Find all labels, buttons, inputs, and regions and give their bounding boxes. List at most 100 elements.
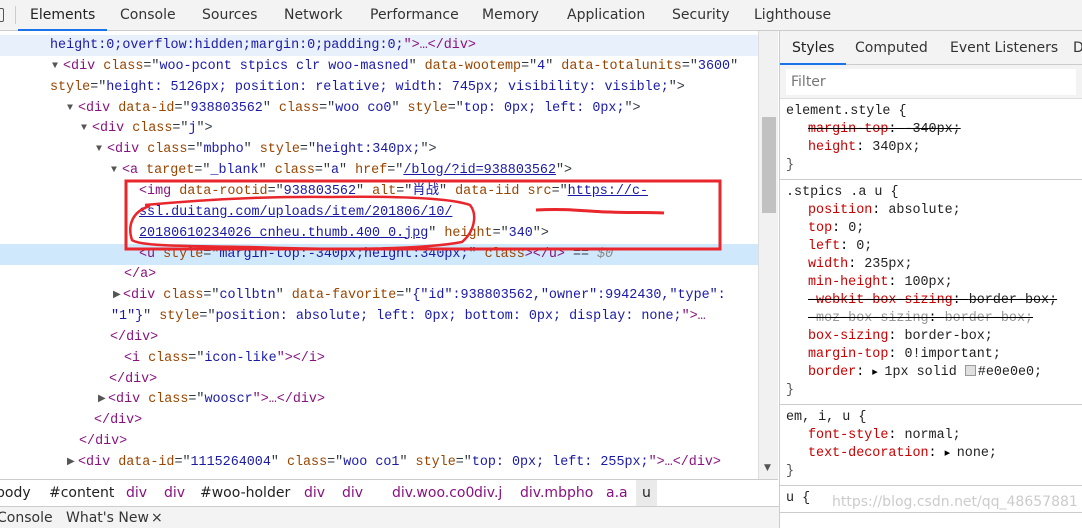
breadcrumb-item[interactable]: div [304, 480, 325, 506]
expand-triangle-icon[interactable]: ▸ [872, 367, 884, 379]
dom-node-line[interactable]: ssl.duitang.com/uploads/item/201806/10/ [0, 202, 758, 223]
style-declaration[interactable]: position: absolute; [786, 202, 1082, 220]
dom-node-line[interactable]: ▼ <div class="woo-pcont stpics clr woo-ma… [0, 56, 758, 77]
breadcrumb-item[interactable]: div.mbpho [520, 480, 593, 506]
style-declaration[interactable]: -moz-box-sizing: border-box; [786, 310, 1082, 328]
dom-node-line[interactable]: ▼ <a target="_blank" class="a" href="/blo… [0, 160, 758, 181]
close-icon[interactable]: × [151, 507, 163, 529]
rule-selector[interactable]: element.style { [786, 103, 1082, 121]
dom-node-line[interactable]: <img data-rootid="938803562" alt="肖战" da… [0, 181, 758, 202]
property-value[interactable]: 0; [856, 239, 872, 254]
dom-node-line[interactable]: </div> [0, 369, 758, 390]
dom-node-line[interactable]: ▼ <div class="mbpho" style="height:340px;… [0, 139, 758, 160]
property-name[interactable]: margin-top [808, 347, 888, 362]
tab-memory[interactable]: Memory [470, 0, 551, 31]
style-declaration[interactable]: box-sizing: border-box; [786, 328, 1082, 346]
property-name[interactable]: top [808, 221, 832, 236]
tab-event-listeners[interactable]: Event Listeners [950, 31, 1058, 65]
breadcrumb-item[interactable]: #content [49, 480, 114, 506]
dom-node-line[interactable]: ▶ <div class="wooscr">…</div> [0, 389, 758, 410]
property-value[interactable]: normal; [904, 428, 960, 443]
tab-network[interactable]: Network [272, 0, 354, 31]
dom-node-line[interactable]: <u style="margin-top:-340px;height:340px… [0, 243, 758, 265]
dom-node-line[interactable]: "1"}" style="position: absolute; left: 0… [0, 306, 758, 327]
property-value[interactable]: -340px; [904, 122, 960, 137]
tab-lighthouse[interactable]: Lighthouse [742, 0, 843, 31]
expand-triangle-icon[interactable]: ▶ [98, 389, 106, 410]
style-declaration[interactable]: margin-top: -340px; [786, 121, 1082, 139]
collapse-triangle-icon[interactable]: ▼ [81, 118, 87, 139]
dom-node-line[interactable]: style="height: 5126px; position: relativ… [0, 77, 758, 98]
dom-node-line[interactable]: 20180610234026_cnheu.thumb.400_0.jpg" he… [0, 223, 758, 244]
dom-node-line[interactable]: height:0;overflow:hidden;margin:0;paddin… [0, 35, 758, 56]
link[interactable]: /blog/?id=938803562 [403, 163, 556, 178]
tab-styles[interactable]: Styles [780, 31, 847, 65]
inspect-element-icon[interactable] [0, 8, 4, 22]
collapse-triangle-icon[interactable]: ▼ [67, 98, 73, 119]
rule-selector[interactable]: .stpics .a u { [786, 184, 1082, 202]
property-value[interactable]: 0; [848, 221, 864, 236]
property-name[interactable]: text-decoration [808, 446, 929, 461]
breadcrumb-item[interactable]: u [636, 480, 657, 506]
dom-tree-scrollbar[interactable]: ▼ [758, 31, 778, 479]
collapse-triangle-icon[interactable]: ▼ [96, 139, 102, 160]
property-name[interactable]: height [808, 140, 856, 155]
rule-selector[interactable]: em, i, u { [786, 409, 1082, 427]
property-value[interactable]: 1px solid [884, 365, 956, 380]
property-value[interactable]: 340px; [872, 140, 920, 155]
property-name[interactable]: -webkit-box-sizing [808, 293, 953, 308]
dom-node-line[interactable]: ▶ <div class="collbtn" data-favorite="{"i… [0, 285, 758, 306]
tab-elements[interactable]: Elements [18, 0, 108, 31]
collapse-triangle-icon[interactable]: ▼ [52, 56, 58, 77]
breadcrumb-item[interactable]: div [342, 480, 363, 506]
property-value[interactable]: border-box; [945, 311, 1033, 326]
link[interactable]: 20180610234026_cnheu.thumb.400_0.jpg [139, 226, 428, 241]
link[interactable]: ssl.duitang.com/uploads/item/201806/10/ [139, 205, 452, 220]
expand-triangle-icon[interactable]: ▶ [67, 452, 75, 473]
property-name[interactable]: position [808, 203, 872, 218]
property-name[interactable]: -moz-box-sizing [808, 311, 929, 326]
breadcrumb-item[interactable]: a.a [606, 480, 628, 506]
property-value[interactable]: none; [957, 446, 997, 461]
dom-node-line[interactable]: </div> [0, 431, 758, 452]
dom-node-line[interactable]: <i class="icon-like"></i> [0, 348, 758, 369]
tab-security[interactable]: Security [660, 0, 742, 31]
property-name[interactable]: border [808, 365, 856, 380]
property-value[interactable]: 235px; [864, 257, 912, 272]
dom-node-line[interactable]: ▶ <div data-id="1115264004" class="woo co… [0, 452, 758, 473]
expand-triangle-icon[interactable]: ▶ [113, 285, 121, 306]
style-declaration[interactable]: height: 340px; [786, 139, 1082, 157]
color-value[interactable]: #e0e0e0; [978, 365, 1042, 380]
style-declaration[interactable]: margin-top: 0!important; [786, 346, 1082, 364]
scroll-down-arrow-icon[interactable]: ▼ [764, 463, 771, 473]
property-value[interactable]: absolute; [888, 203, 960, 218]
tab-sources[interactable]: Sources [190, 0, 269, 31]
property-name[interactable]: margin-top [808, 122, 888, 137]
drawer-tab-console[interactable]: Console [0, 507, 53, 529]
collapse-triangle-icon[interactable]: ▼ [111, 160, 117, 181]
tab-performance[interactable]: Performance [358, 0, 471, 31]
breadcrumb-item[interactable]: body [0, 480, 31, 506]
style-declaration[interactable]: min-height: 100px; [786, 274, 1082, 292]
property-name[interactable]: min-height [808, 275, 888, 290]
property-value[interactable]: border-box; [904, 329, 992, 344]
property-name[interactable]: font-style [808, 428, 888, 443]
property-value[interactable]: 100px; [904, 275, 952, 290]
color-swatch-icon[interactable] [964, 365, 976, 376]
dom-node-line[interactable]: </a> [0, 264, 758, 285]
tab-dom-breakpoints[interactable]: D [1073, 31, 1082, 65]
style-declaration[interactable]: top: 0; [786, 220, 1082, 238]
breadcrumb-item[interactable]: #woo-holder [200, 480, 290, 506]
property-name[interactable]: box-sizing [808, 329, 888, 344]
styles-filter-input[interactable] [786, 69, 1076, 95]
property-value[interactable]: 0!important; [904, 347, 1000, 362]
breadcrumb-item[interactable]: div.j [474, 480, 502, 506]
style-declaration[interactable]: width: 235px; [786, 256, 1082, 274]
property-name[interactable]: left [808, 239, 840, 254]
drawer-tab-whats-new[interactable]: What's New [66, 507, 149, 529]
dom-node-line[interactable]: ▼ <div data-id="938803562" class="woo co0… [0, 98, 758, 119]
property-name[interactable]: width [808, 257, 848, 272]
scrollbar-thumb[interactable] [762, 117, 776, 213]
property-value[interactable]: border-box; [969, 293, 1057, 308]
breadcrumb-item[interactable]: div [126, 480, 147, 506]
